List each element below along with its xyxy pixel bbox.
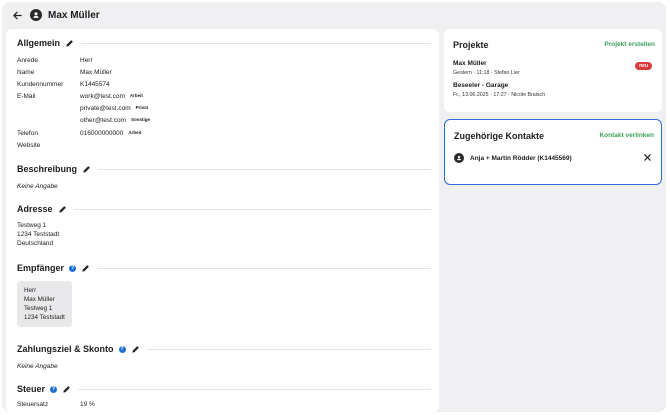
section-adresse: Adresse Testweg 1 1234 Teststadt Deutsch… [17,202,431,247]
recipient-line: 1234 Teststadt [24,314,65,321]
link-contact-link[interactable]: Kontakt verlinken [599,132,654,139]
email-type-tag: Sonstige [130,117,150,122]
create-project-link[interactable]: Projekt erstellen [604,41,655,48]
related-contacts-card: Zugehörige Kontakte Kontakt verlinken An… [444,119,662,185]
phone-type-tag: Arbeit [128,130,142,135]
recipient-line: Max Müller [24,296,55,303]
field-label-email: E-Mail [17,93,36,100]
email-address[interactable]: work@test.com [80,93,125,100]
email-address[interactable]: other@test.com [80,117,126,124]
field-value-kundennummer: K1445574 [80,81,110,88]
address-line: Testweg 1 [17,222,47,229]
person-icon [33,12,39,18]
phone-number[interactable]: 016000000000 [80,130,123,137]
edit-pencil-icon[interactable] [65,39,74,48]
section-divider [78,388,431,390]
address-line: Deutschland [17,240,54,247]
help-icon[interactable]: ? [69,264,77,272]
email-entry[interactable]: private@test.com Privat [80,105,148,112]
section-title: Allgemein [17,38,61,48]
arrow-left-icon [12,11,22,19]
back-button[interactable] [11,9,23,21]
project-meta: Gestern · 11:18 · Stefan Lier [453,70,520,76]
related-contact-name[interactable]: Anja + Martin Rödder (K1445569) [470,155,572,162]
recipient-card[interactable]: Herr Max Müller Testweg 1 1234 Teststadt [17,281,72,327]
recipient-line: Herr [24,287,37,294]
section-title: Beschreibung [17,164,78,174]
section-divider [97,267,431,269]
contact-avatar [454,153,464,163]
contact-avatar [30,9,42,21]
field-value-anrede: Herr [80,57,93,64]
card-title: Zugehörige Kontakte [454,131,545,141]
project-name[interactable]: Beseeler - Garage [453,82,508,89]
page-title: Max Müller [48,9,100,21]
unlink-contact-button[interactable] [643,153,652,162]
field-label-website: Website [17,142,41,149]
section-divider [98,168,431,170]
project-name[interactable]: Max Müller [453,60,487,67]
phone-entry[interactable]: 016000000000 Arbeit [80,130,141,137]
detail-panel: Allgemein Anrede Herr Name Max Müller Ku… [6,29,439,412]
section-title: Steuer [17,384,46,394]
address-line: 1234 Teststadt [17,231,60,238]
field-label-kundennummer: Kundennummer [17,81,64,88]
help-icon[interactable]: ? [118,345,126,353]
field-label-telefon: Telefon [17,130,38,137]
section-steuer: Steuer ? Steuersatz 19 % [17,382,431,408]
email-type-tag: Arbeit [129,93,143,98]
section-title: Adresse [17,204,53,214]
edit-pencil-icon[interactable] [81,264,90,273]
email-entry[interactable]: work@test.com Arbeit [80,93,143,100]
section-title: Empfänger [17,263,65,273]
empty-value: Keine Angabe [17,183,58,190]
card-title: Projekte [453,40,489,50]
recipient-line: Testweg 1 [24,305,53,312]
edit-pencil-icon[interactable] [131,345,140,354]
close-icon [644,154,651,161]
edit-pencil-icon[interactable] [82,165,91,174]
section-divider [146,348,431,350]
header-bar: Max Müller [2,2,666,28]
projects-card: Projekte Projekt erstellen Max Müller ne… [444,29,662,112]
section-divider [81,42,431,44]
new-badge: neu [635,62,652,70]
section-empfaenger: Empfänger ? Herr Max Müller Testweg 1 12… [17,261,431,327]
field-label-steuersatz: Steuersatz [17,401,49,408]
edit-pencil-icon[interactable] [62,385,71,394]
section-title: Zahlungsziel & Skonto [17,344,114,354]
edit-pencil-icon[interactable] [58,205,67,214]
section-zahlungsziel: Zahlungsziel & Skonto ? Keine Angabe [17,342,431,370]
section-divider [73,208,431,210]
help-icon[interactable]: ? [50,385,58,393]
email-address[interactable]: private@test.com [80,105,131,112]
empty-value: Keine Angabe [17,363,58,370]
field-label-name: Name [17,69,35,76]
app-window: Max Müller Allgemein Anrede Herr Name Ma… [2,2,666,412]
email-type-tag: Privat [135,105,149,110]
field-label-anrede: Anrede [17,57,38,64]
section-beschreibung: Beschreibung Keine Angabe [17,162,431,190]
project-meta: Fr., 13.06.2025 · 17:27 · Nicole Braisch [453,92,546,98]
section-allgemein: Allgemein Anrede Herr Name Max Müller Ku… [17,36,431,149]
email-entry[interactable]: other@test.com Sonstige [80,117,150,124]
field-value-name: Max Müller [80,69,112,76]
field-value-steuersatz: 19 % [80,401,95,408]
person-icon [456,155,462,161]
